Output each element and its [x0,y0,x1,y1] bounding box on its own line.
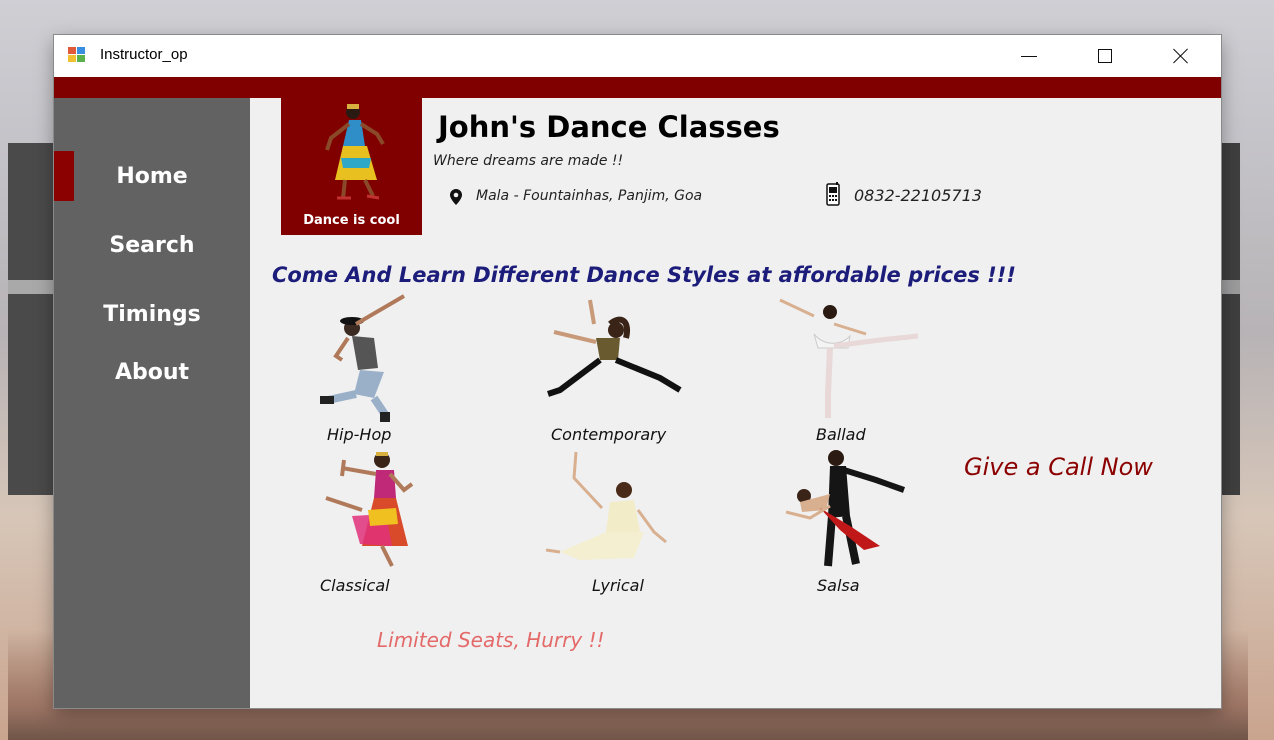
call-to-action-text: Give a Call Now [964,453,1153,481]
sidebar-item-home[interactable]: Home [54,154,250,198]
sidebar: Home Search Timings About [54,98,250,708]
contemporary-dancer-image [547,299,682,397]
promo-headline: Come And Learn Different Dance Styles at… [272,263,1016,287]
desktop-background-panel-right [1218,143,1240,495]
logo-caption: Dance is cool [303,213,400,228]
page-title: John's Dance Classes [438,110,780,144]
map-pin-icon [450,189,462,205]
tagline: Where dreams are made !! [433,153,624,169]
salsa-dancer-image [785,450,906,567]
close-icon [1173,48,1189,64]
title-bar[interactable]: Instructor_op [54,35,1221,77]
style-label-classical: Classical [320,576,390,595]
minimize-button[interactable] [1006,35,1052,77]
maximize-button[interactable] [1082,35,1128,77]
header-accent-bar [54,77,1221,98]
hiphop-dancer-image [320,294,406,422]
ballad-dancer-image [779,298,919,418]
app-window: Instructor_op Home Search Timings About [54,35,1221,708]
style-label-ballad: Ballad [816,425,866,444]
phone-icon [826,182,840,206]
main-content: Dance is cool John's Dance Classes Where… [250,98,1221,708]
maximize-icon [1098,49,1112,63]
lyrical-dancer-image [545,451,667,560]
limited-seats-notice: Limited Seats, Hurry !! [377,628,605,652]
sidebar-item-about[interactable]: About [54,350,250,394]
window-title: Instructor_op [100,46,188,63]
sidebar-item-timings[interactable]: Timings [54,292,250,336]
address-text: Mala - Fountainhas, Panjim, Goa [476,188,703,204]
style-label-salsa: Salsa [817,576,860,595]
phone-text: 0832-22105713 [854,186,982,205]
logo: Dance is cool [281,98,422,235]
style-label-contemporary: Contemporary [551,425,667,444]
classical-dancer-image [325,452,414,567]
minimize-icon [1021,55,1037,57]
sidebar-item-search[interactable]: Search [54,223,250,267]
style-label-hiphop: Hip-Hop [327,425,392,444]
close-button[interactable] [1158,35,1204,77]
app-icon [68,47,86,63]
style-label-lyrical: Lyrical [592,576,644,595]
